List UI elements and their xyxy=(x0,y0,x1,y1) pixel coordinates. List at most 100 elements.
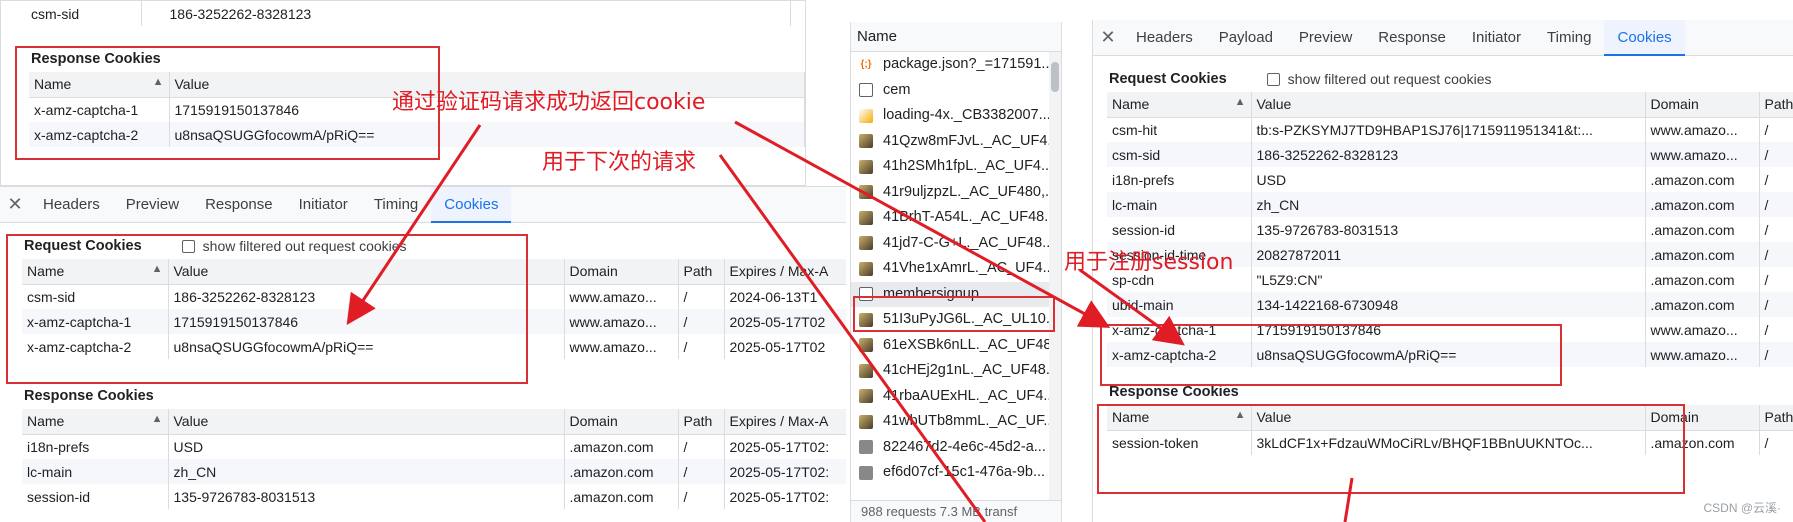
col-domain[interactable]: Domain xyxy=(1645,92,1760,118)
json-file-icon: {;} xyxy=(860,58,872,70)
table-row[interactable]: csm-sid 186-3252262-8328123 www.amazo... / xyxy=(1107,142,1793,167)
col-expires[interactable]: Expires / Max-A xyxy=(724,409,846,435)
list-item[interactable]: cem xyxy=(851,78,1061,104)
table-row[interactable]: x-amz-captcha-1 1715919150137846 www.amazo… xyxy=(22,309,846,334)
right-request-cookies-title: Request Cookies show filtered out reques… xyxy=(1107,66,1793,92)
col-name[interactable]: Name ▲ xyxy=(22,259,169,285)
tab-initiator[interactable]: Initiator xyxy=(286,187,361,223)
table-row[interactable]: session-id 135-9726783-8031513 .amazon.com… xyxy=(1107,217,1793,242)
tab-preview[interactable]: Preview xyxy=(1286,20,1365,56)
col-value[interactable]: Value xyxy=(1251,92,1646,118)
list-item[interactable]: loading-4x._CB3382007... xyxy=(851,103,1061,129)
list-item-selected[interactable]: membersignup xyxy=(851,281,1061,307)
left-response-table: Name ▲ Value Domain Path Expires / Max-A … xyxy=(22,409,846,509)
list-item[interactable]: 41wbUTb8mmL._AC_UF... xyxy=(851,409,1061,435)
table-row[interactable]: i18n-prefs USD .amazon.com/2025-05-17T02: xyxy=(22,434,846,459)
col-name[interactable]: Name ▲ xyxy=(1107,92,1252,118)
tab-preview[interactable]: Preview xyxy=(113,187,192,223)
col-path[interactable]: Path xyxy=(678,259,725,285)
list-item[interactable]: 41Vhe1xAmrL._AC_UF4... xyxy=(851,256,1061,282)
close-icon[interactable]: ✕ xyxy=(1093,27,1123,48)
list-item[interactable]: 41h2SMh1fpL._AC_UF4... xyxy=(851,154,1061,180)
col-value[interactable]: Value xyxy=(168,259,565,285)
table-row[interactable]: csm-sid 186-3252262-8328123 www.amazo.../2… xyxy=(22,284,846,309)
file-icon xyxy=(859,465,873,480)
tab-response[interactable]: Response xyxy=(1365,20,1459,56)
col-path[interactable]: Path xyxy=(678,409,725,435)
col-name[interactable]: Name ▲ xyxy=(1107,405,1252,431)
col-domain[interactable]: Domain xyxy=(1645,405,1760,431)
tab-cookies[interactable]: Cookies xyxy=(1604,20,1685,56)
sort-asc-icon: ▲ xyxy=(151,263,163,276)
right-response-table: Name ▲ Value Domain Path session-token 3kL… xyxy=(1107,405,1793,455)
list-item[interactable]: 41Qzw8mFJvL._AC_UF4... xyxy=(851,129,1061,155)
table-row[interactable]: session-id 135-9726783-8031513 .amazon.com… xyxy=(22,484,846,509)
list-item[interactable]: 41r9uljzpzL._AC_UF480,... xyxy=(851,180,1061,206)
list-item[interactable]: 822467d2-4e6c-45d2-a... xyxy=(851,435,1061,461)
tab-timing[interactable]: Timing xyxy=(361,187,431,223)
col-value[interactable]: Value xyxy=(1251,405,1646,431)
request-list-header[interactable]: Name xyxy=(851,22,1061,52)
request-items: {;} package.json?_=171591... cem loading-… xyxy=(851,52,1061,486)
table-row[interactable]: x-amz-captcha-2 u8nsaQSUGGfocowmA/pRiQ== w… xyxy=(22,334,846,359)
col-expires[interactable]: Expires / Max-A xyxy=(724,259,846,285)
col-name[interactable]: Name ▲ xyxy=(29,72,170,98)
sort-asc-icon: ▲ xyxy=(1234,409,1246,422)
show-filtered-checkbox[interactable]: show filtered out request cookies xyxy=(181,233,407,259)
image-icon xyxy=(859,389,873,404)
tab-response[interactable]: Response xyxy=(192,187,286,223)
list-item[interactable]: {;} package.json?_=171591... xyxy=(851,52,1061,78)
col-name[interactable]: Name ▲ xyxy=(22,409,169,435)
image-icon xyxy=(859,134,873,149)
popup-csm-value: 186-3252262-8328123 xyxy=(141,1,791,26)
table-row[interactable]: x-amz-captcha-1 1715919150137846 www.amazo… xyxy=(1107,317,1793,342)
tab-cookies[interactable]: Cookies xyxy=(431,187,512,223)
list-item[interactable]: 41jd7-C-G+L._AC_UF48... xyxy=(851,231,1061,257)
popup-response-cookies-title: Response Cookies xyxy=(31,51,161,67)
popup-csm-table: csm-sid 186-3252262-8328123 xyxy=(1,1,791,26)
list-item[interactable]: 61eXSBk6nLL._AC_UF48... xyxy=(851,333,1061,359)
list-item[interactable]: 51I3uPyJG6L._AC_UL10... xyxy=(851,307,1061,333)
tab-timing[interactable]: Timing xyxy=(1534,20,1604,56)
list-item[interactable]: 41BrhT-A54L._AC_UF48... xyxy=(851,205,1061,231)
col-value[interactable]: Value xyxy=(168,409,565,435)
checkbox-icon xyxy=(1266,72,1280,86)
close-icon[interactable]: ✕ xyxy=(0,194,30,215)
sort-asc-icon: ▲ xyxy=(152,76,164,89)
tab-payload[interactable]: Payload xyxy=(1206,20,1286,56)
watermark: CSDN @云溪· xyxy=(1703,501,1781,515)
show-filtered-checkbox[interactable]: show filtered out request cookies xyxy=(1266,66,1492,92)
col-domain[interactable]: Domain xyxy=(564,409,679,435)
list-item[interactable]: ef6d07cf-15c1-476a-9b... xyxy=(851,460,1061,486)
table-row[interactable]: i18n-prefs USD .amazon.com / xyxy=(1107,167,1793,192)
table-row[interactable]: csm-hit tb:s-PZKSYMJ7TD9HBAP1SJ76|1715911… xyxy=(1107,117,1793,142)
left-request-table: Name ▲ Value Domain Path Expires / Max-A … xyxy=(22,259,846,359)
image-icon xyxy=(859,414,873,429)
tab-initiator[interactable]: Initiator xyxy=(1459,20,1534,56)
table-row[interactable]: lc-main zh_CN .amazon.com / xyxy=(1107,192,1793,217)
request-list: Name {;} package.json?_=171591... cem loa… xyxy=(850,22,1062,522)
sort-asc-icon: ▲ xyxy=(151,413,163,426)
col-path[interactable]: Path xyxy=(1759,92,1793,118)
table-row[interactable]: x-amz-captcha-2 u8nsaQSUGGfocowmA/pRiQ== w… xyxy=(1107,342,1793,367)
tab-headers[interactable]: Headers xyxy=(1123,20,1206,56)
list-item[interactable]: 41cHEj2g1nL._AC_UF48... xyxy=(851,358,1061,384)
left-cookies-panel: ✕ Headers Preview Response Initiator Tim… xyxy=(0,186,846,522)
image-icon xyxy=(859,312,873,327)
request-list-scrollbar[interactable] xyxy=(1049,52,1061,500)
list-item[interactable]: 41rbaAUExHL._AC_UF4... xyxy=(851,384,1061,410)
tab-headers[interactable]: Headers xyxy=(30,187,113,223)
table-row[interactable]: ubid-main 134-1422168-6730948 .amazon.com / xyxy=(1107,292,1793,317)
image-icon xyxy=(859,236,873,251)
left-request-cookies-title: Request Cookies show filtered out reques… xyxy=(22,233,846,259)
col-path[interactable]: Path xyxy=(1759,405,1793,431)
left-response-cookies-title: Response Cookies xyxy=(24,388,154,404)
request-summary: 988 requests 7.3 MB transf xyxy=(851,500,1061,522)
table-row[interactable]: lc-main zh_CN .amazon.com/2025-05-17T02: xyxy=(22,459,846,484)
image-icon xyxy=(859,185,873,200)
col-domain[interactable]: Domain xyxy=(564,259,679,285)
table-row[interactable]: session-token 3kLdCF1x+FdzauWMoCiRLv/BHQF… xyxy=(1107,430,1793,455)
image-icon xyxy=(859,210,873,225)
popup-csm-name: csm-sid xyxy=(1,1,142,26)
scrollbar-thumb[interactable] xyxy=(1051,62,1059,92)
